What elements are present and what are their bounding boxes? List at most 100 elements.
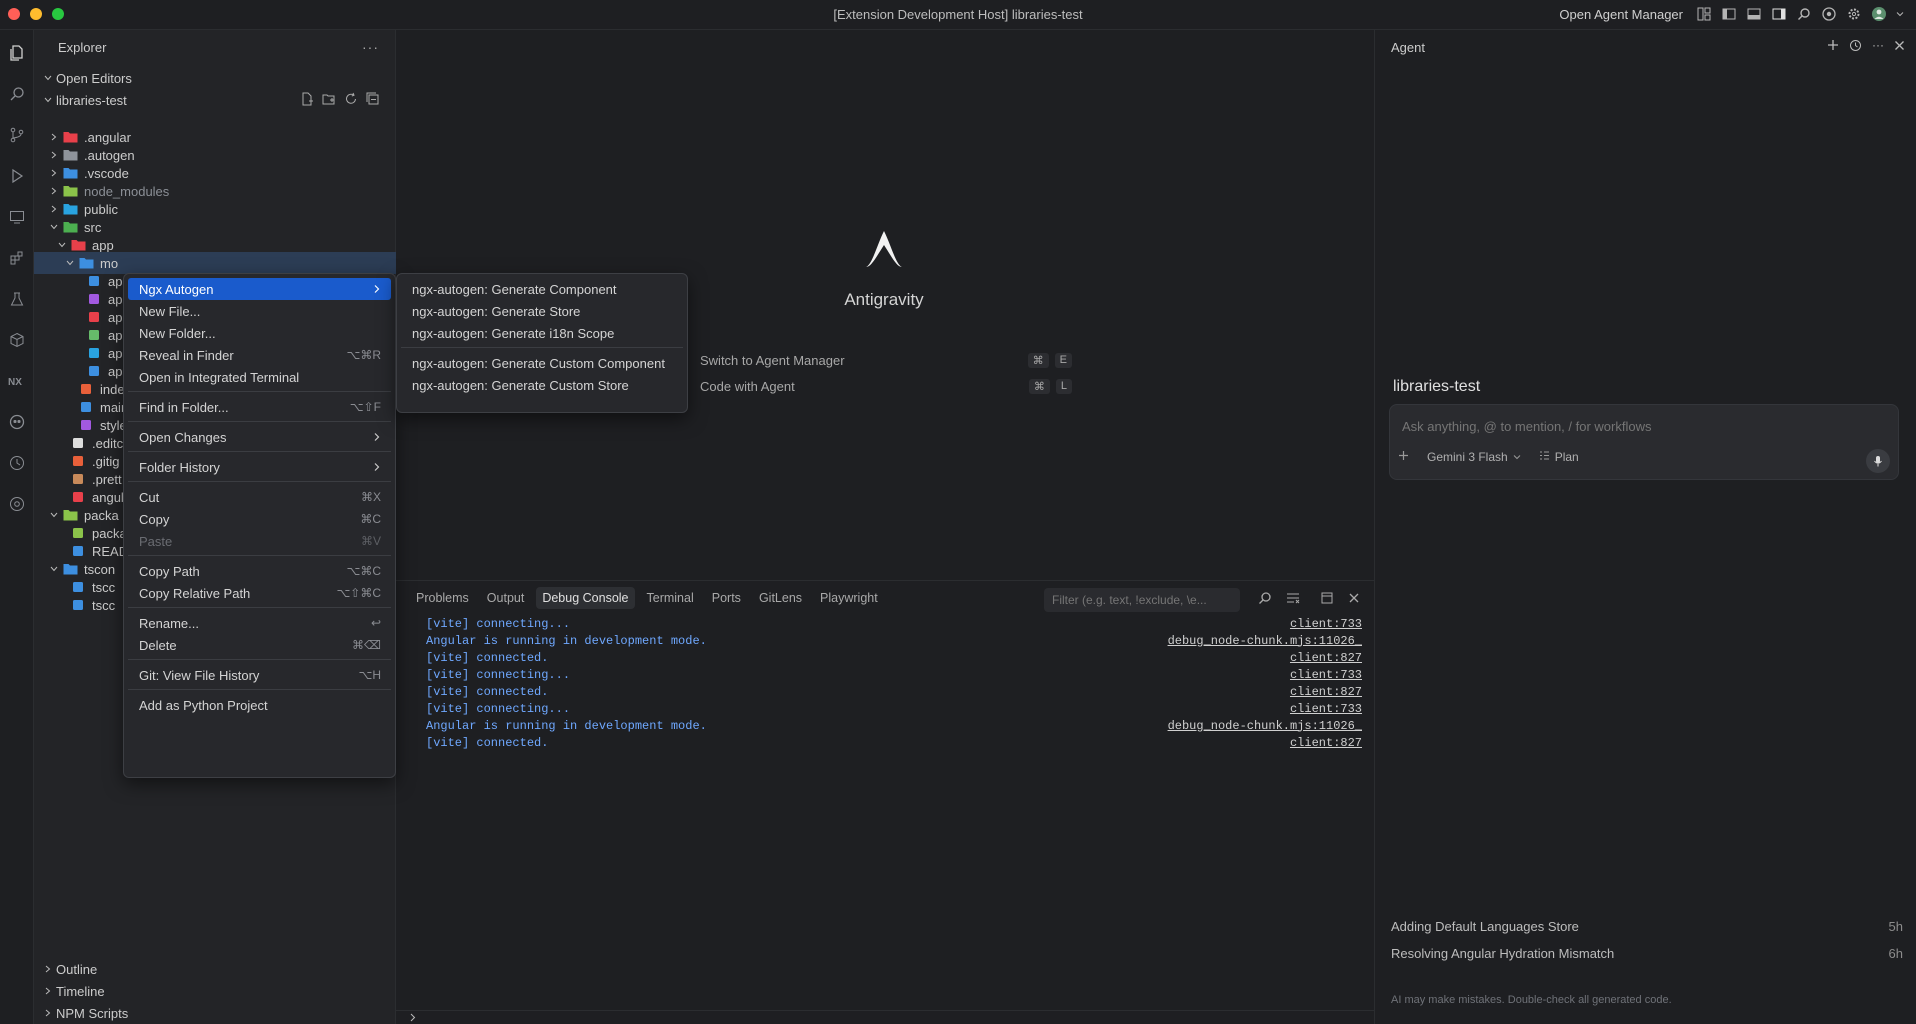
panel-tab[interactable]: GitLens bbox=[753, 587, 808, 609]
menu-separator bbox=[128, 607, 391, 608]
run-debug-icon[interactable] bbox=[7, 166, 27, 186]
chevron-right-icon bbox=[46, 201, 62, 217]
file-icon bbox=[70, 454, 86, 468]
mode-label: Plan bbox=[1554, 450, 1579, 464]
close-panel-icon[interactable] bbox=[1348, 592, 1360, 607]
tree-item-label: .prett bbox=[92, 471, 122, 487]
add-context-plus-icon[interactable] bbox=[1398, 450, 1409, 464]
account-avatar-icon[interactable] bbox=[1871, 6, 1887, 22]
menu-item[interactable]: Find in Folder... ⌥⇧F bbox=[128, 396, 391, 418]
menu-item[interactable]: ngx-autogen: Generate Store bbox=[401, 300, 683, 322]
new-chat-plus-icon[interactable] bbox=[1827, 39, 1839, 55]
menu-item[interactable]: New File... bbox=[128, 300, 391, 322]
menu-item[interactable]: Cut ⌘X bbox=[128, 486, 391, 508]
menu-item[interactable]: ngx-autogen: Generate Custom Component bbox=[401, 352, 683, 374]
history-icon[interactable] bbox=[1849, 39, 1862, 55]
menu-item[interactable]: Git: View File History ⌥H bbox=[128, 664, 391, 686]
menu-item[interactable]: ngx-autogen: Generate Component bbox=[401, 278, 683, 300]
console-filter-input[interactable] bbox=[1044, 588, 1240, 612]
microphone-icon[interactable] bbox=[1866, 449, 1890, 473]
menu-item[interactable]: Rename... ↩ bbox=[128, 612, 391, 634]
menu-item[interactable]: ngx-autogen: Generate Custom Store bbox=[401, 374, 683, 396]
panel-tab[interactable]: Ports bbox=[706, 587, 747, 609]
timeline-clock-icon[interactable] bbox=[7, 453, 27, 473]
explorer-context-menu: Ngx Autogen New File... New Folder... Revea… bbox=[123, 273, 396, 778]
settings-gear-icon[interactable] bbox=[1846, 6, 1862, 22]
menu-item[interactable]: Add as Python Project bbox=[128, 694, 391, 716]
workspace-root-section[interactable]: libraries-test bbox=[34, 89, 396, 111]
chevron-down-icon[interactable] bbox=[1896, 6, 1904, 22]
agent-chat-input[interactable] bbox=[1402, 419, 1872, 434]
new-file-icon[interactable] bbox=[300, 92, 314, 109]
console-source-link[interactable]: client:733 bbox=[1290, 617, 1362, 631]
refresh-icon[interactable] bbox=[344, 92, 358, 109]
search-icon[interactable] bbox=[1258, 591, 1272, 608]
copilot-icon[interactable] bbox=[7, 412, 27, 432]
panel-tab[interactable]: Debug Console bbox=[536, 587, 635, 609]
testing-flask-icon[interactable] bbox=[7, 289, 27, 309]
source-control-icon[interactable] bbox=[7, 125, 27, 145]
console-source-link[interactable]: client:827 bbox=[1290, 736, 1362, 750]
open-editors-section[interactable]: Open Editors bbox=[34, 67, 396, 89]
more-actions-icon[interactable]: ··· bbox=[362, 39, 379, 55]
console-source-link[interactable]: client:827 bbox=[1290, 685, 1362, 699]
timeline-section[interactable]: Timeline bbox=[34, 980, 396, 1002]
search-icon[interactable] bbox=[7, 84, 27, 104]
code-with-agent-shortcut[interactable]: Code with Agent ⌘ L bbox=[700, 376, 1072, 396]
console-input-row[interactable] bbox=[396, 1010, 1374, 1024]
gitlens-icon[interactable] bbox=[7, 494, 27, 514]
console-source-link[interactable]: client:733 bbox=[1290, 702, 1362, 716]
maximize-panel-icon[interactable] bbox=[1320, 591, 1334, 608]
console-source-link[interactable]: debug_node-chunk.mjs:11026_ bbox=[1168, 719, 1362, 733]
menu-item[interactable]: Copy ⌘C bbox=[128, 508, 391, 530]
extensions-icon[interactable] bbox=[7, 248, 27, 268]
menu-item-label: ngx-autogen: Generate Custom Store bbox=[412, 377, 629, 393]
customize-layout-icon[interactable] bbox=[1696, 6, 1712, 22]
search-icon[interactable] bbox=[1796, 6, 1812, 22]
collapse-all-icon[interactable] bbox=[366, 92, 380, 109]
toggle-primary-sidebar-icon[interactable] bbox=[1721, 6, 1737, 22]
close-icon[interactable] bbox=[1894, 39, 1905, 55]
menu-item[interactable]: New Folder... bbox=[128, 322, 391, 344]
menu-item[interactable]: Open in Integrated Terminal bbox=[128, 366, 391, 388]
console-source-link[interactable]: client:827 bbox=[1290, 651, 1362, 665]
conversation-item[interactable]: Adding Default Languages Store 5h bbox=[1391, 913, 1903, 940]
model-selector[interactable]: Gemini 3 Flash bbox=[1427, 450, 1521, 464]
explorer-files-icon[interactable] bbox=[7, 43, 27, 63]
menu-item[interactable]: Delete ⌘⌫ bbox=[128, 634, 391, 656]
menu-item[interactable]: ngx-autogen: Generate i18n Scope bbox=[401, 322, 683, 344]
panel-tab[interactable]: Playwright bbox=[814, 587, 884, 609]
menu-item[interactable]: Copy Path ⌥⌘C bbox=[128, 560, 391, 582]
panel-tab[interactable]: Problems bbox=[410, 587, 475, 609]
panel-tab[interactable]: Output bbox=[481, 587, 531, 609]
menu-item[interactable]: Folder History bbox=[128, 456, 391, 478]
toggle-secondary-sidebar-icon[interactable] bbox=[1771, 6, 1787, 22]
menu-item-label: Delete bbox=[139, 637, 177, 653]
menu-item[interactable]: Open Changes bbox=[128, 426, 391, 448]
ai-disclaimer: AI may make mistakes. Double-check all g… bbox=[1391, 994, 1672, 1006]
conversation-item[interactable]: Resolving Angular Hydration Mismatch 6h bbox=[1391, 940, 1903, 967]
console-source-link[interactable]: debug_node-chunk.mjs:11026_ bbox=[1168, 634, 1362, 648]
nx-console-icon[interactable]: NX bbox=[7, 371, 27, 391]
menu-item[interactable]: Reveal in Finder ⌥⌘R bbox=[128, 344, 391, 366]
remote-explorer-icon[interactable] bbox=[7, 207, 27, 227]
menu-item[interactable]: Copy Relative Path ⌥⇧⌘C bbox=[128, 582, 391, 604]
mode-selector[interactable]: Plan bbox=[1539, 450, 1579, 464]
menu-item-label: New Folder... bbox=[139, 325, 216, 341]
tree-item-label: app bbox=[92, 237, 114, 253]
menu-item[interactable]: Ngx Autogen bbox=[128, 278, 391, 300]
open-agent-manager-button[interactable]: Open Agent Manager bbox=[1559, 7, 1683, 22]
more-actions-icon[interactable]: ··· bbox=[1872, 39, 1884, 55]
browser-icon[interactable] bbox=[1821, 6, 1837, 22]
clear-console-icon[interactable] bbox=[1286, 591, 1300, 608]
switch-agent-manager-shortcut[interactable]: Switch to Agent Manager ⌘ E bbox=[700, 350, 1072, 370]
toggle-panel-icon[interactable] bbox=[1746, 6, 1762, 22]
menu-item-shortcut: ⌥⇧F bbox=[349, 400, 381, 414]
containers-icon[interactable] bbox=[7, 330, 27, 350]
panel-tab[interactable]: Terminal bbox=[641, 587, 700, 609]
new-folder-icon[interactable] bbox=[322, 92, 336, 109]
console-source-link[interactable]: client:733 bbox=[1290, 668, 1362, 682]
outline-section[interactable]: Outline bbox=[34, 958, 396, 980]
npm-scripts-section[interactable]: NPM Scripts bbox=[34, 1002, 396, 1024]
